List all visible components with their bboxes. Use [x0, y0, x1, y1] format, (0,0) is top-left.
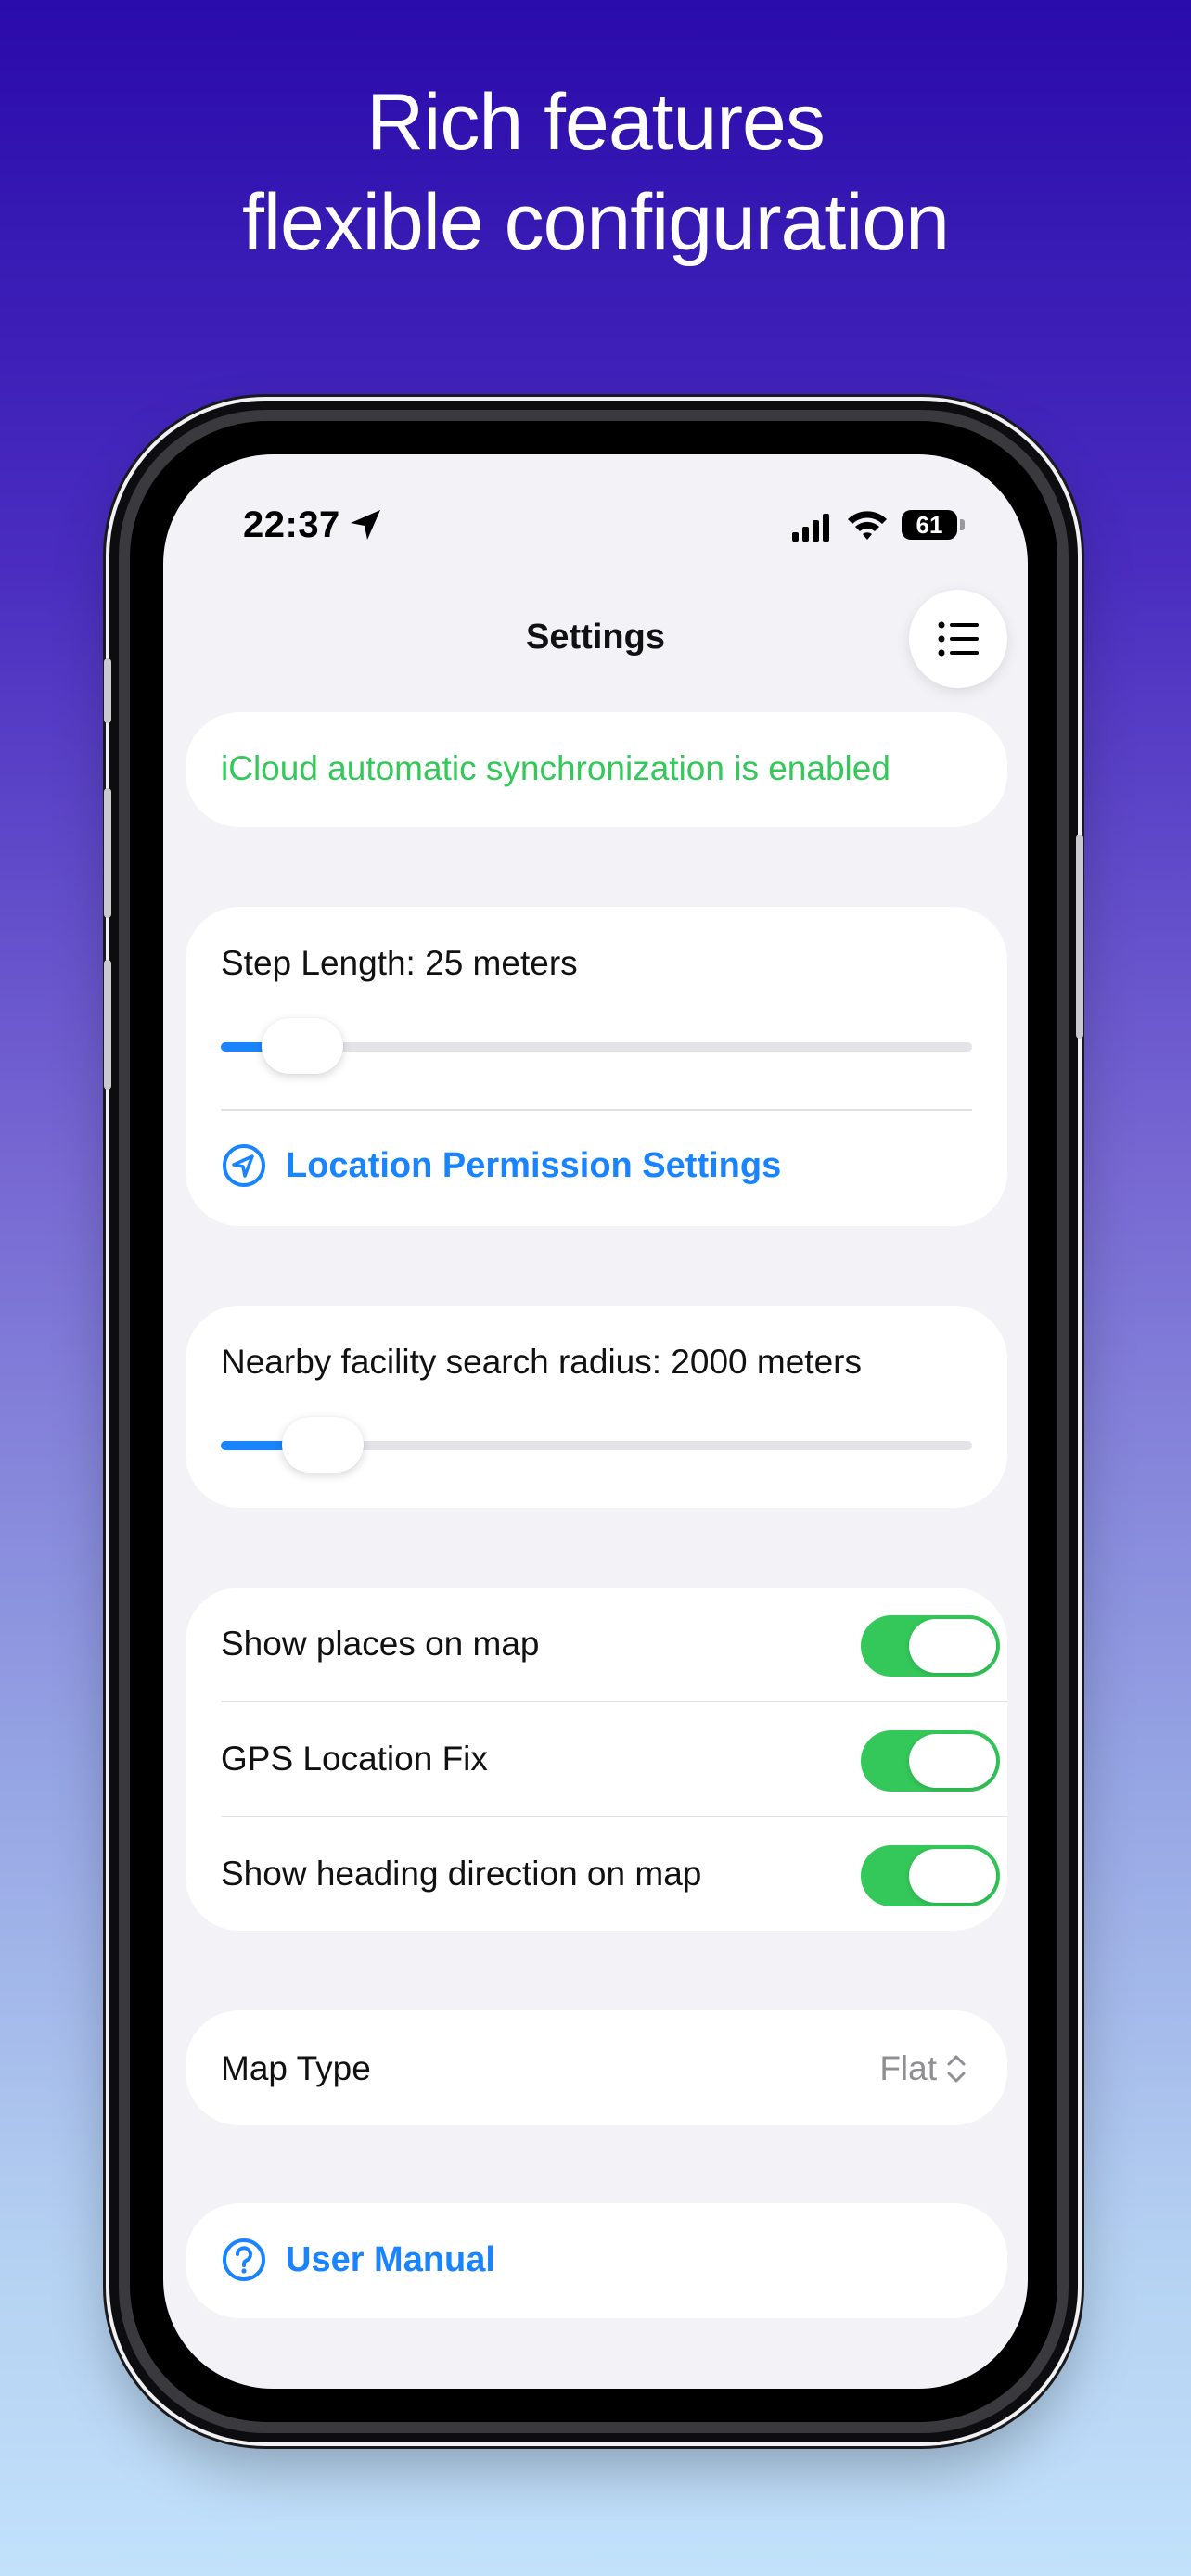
toggle-knob [909, 1619, 996, 1673]
toggle-label: GPS Location Fix [221, 1740, 488, 1778]
phone-volume-down-button [104, 960, 111, 1090]
map-type-label: Map Type [221, 2049, 371, 2087]
location-arrow-icon [351, 510, 380, 540]
list-icon [938, 621, 979, 657]
search-radius-label: Nearby facility search radius: 2000 mete… [221, 1343, 862, 1381]
toggle-label: Show places on map [221, 1625, 540, 1663]
status-time: 22:37 [243, 504, 340, 545]
headline-line-1: Rich features [366, 78, 826, 167]
show-places-toggle[interactable] [861, 1615, 1000, 1677]
toggle-row-heading: Show heading direction on map [186, 1817, 1007, 1932]
location-permission-label: Location Permission Settings [286, 1145, 782, 1185]
search-radius-slider[interactable] [221, 1417, 972, 1473]
promo-headline: Rich features flexible configuration [0, 72, 1191, 273]
sync-status-text: iCloud automatic synchronization is enab… [221, 749, 890, 787]
battery-icon: 61 [902, 510, 957, 540]
wifi-icon [848, 511, 887, 540]
location-arrow-circle-icon [223, 1144, 265, 1187]
toggle-knob [909, 1734, 996, 1788]
search-radius-card: Nearby facility search radius: 2000 mete… [186, 1306, 1007, 1508]
phone-screen: 22:37 61 Settings iCloud automatic synch… [163, 454, 1028, 2389]
menu-button[interactable] [909, 590, 1007, 688]
user-manual-label: User Manual [286, 2239, 495, 2279]
slider-thumb[interactable] [281, 1417, 364, 1473]
step-length-label: Step Length: 25 meters [221, 944, 578, 982]
show-heading-toggle[interactable] [861, 1845, 1000, 1906]
slider-thumb[interactable] [261, 1018, 343, 1074]
toggle-row-show-places: Show places on map [186, 1588, 1007, 1702]
map-type-card[interactable]: Map Type Flat [186, 2010, 1007, 2125]
user-manual-card: User Manual [186, 2203, 1007, 2318]
location-permission-settings-button[interactable]: Location Permission Settings [221, 1142, 781, 1189]
question-circle-icon [223, 2238, 265, 2281]
page-title: Settings [526, 618, 665, 657]
divider [221, 1109, 972, 1111]
toggle-row-gps-fix: GPS Location Fix [186, 1702, 1007, 1817]
gps-location-fix-toggle[interactable] [861, 1730, 1000, 1792]
phone-side-button [104, 658, 111, 723]
headline-line-2: flexible configuration [241, 178, 950, 267]
map-type-picker[interactable]: Flat [879, 2049, 967, 2088]
step-length-card: Step Length: 25 meters Location Permissi… [186, 907, 1007, 1226]
battery-tip [960, 519, 965, 530]
sync-status-card: iCloud automatic synchronization is enab… [186, 712, 1007, 827]
toggle-label: Show heading direction on map [221, 1855, 702, 1893]
map-options-card: Show places on map GPS Location Fix Show… [186, 1588, 1007, 1931]
phone-volume-up-button [104, 788, 111, 918]
step-length-slider[interactable] [221, 1018, 972, 1074]
user-manual-button[interactable]: User Manual [221, 2237, 495, 2283]
phone-power-button [1076, 835, 1083, 1039]
toggle-knob [909, 1849, 996, 1903]
map-type-value: Flat [879, 2049, 937, 2087]
cellular-signal-icon [792, 514, 829, 542]
chevron-up-down-icon [947, 2055, 966, 2083]
